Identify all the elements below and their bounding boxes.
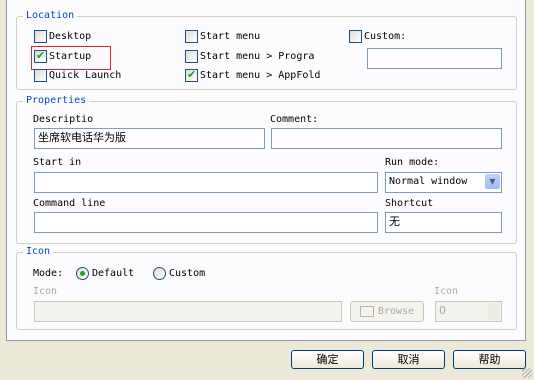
icon-index-label: Icon	[434, 286, 459, 297]
spinner-icon	[488, 303, 500, 320]
custom-mode-label[interactable]: Custom	[169, 268, 205, 279]
custom-location-checkbox[interactable]	[349, 30, 362, 43]
custom-path-field[interactable]	[367, 48, 502, 69]
cancel-button[interactable]: 取消	[372, 350, 445, 369]
start-menu-appfold-checkbox[interactable]	[185, 68, 198, 82]
startup-label[interactable]: Startup	[49, 51, 91, 62]
start-in-label: Start in	[33, 157, 82, 168]
ok-button[interactable]: 确定	[291, 350, 364, 369]
description-field[interactable]: 坐席软电话华为版	[34, 128, 265, 149]
browse-label: Browse	[377, 306, 415, 317]
comment-field[interactable]	[271, 128, 502, 149]
shortcut-field[interactable]: 无	[385, 212, 502, 233]
quick-launch-checkbox[interactable]	[34, 69, 47, 82]
run-mode-value: Normal window	[389, 176, 468, 187]
icon-index-value: 0	[439, 304, 446, 317]
icon-index-field: 0	[435, 301, 502, 322]
comment-label: Comment:	[270, 114, 319, 125]
folder-icon	[359, 305, 374, 317]
run-mode-label: Run mode:	[385, 157, 440, 168]
properties-legend: Properties	[23, 95, 90, 106]
description-label: Descriptio	[33, 114, 94, 125]
custom-location-label[interactable]: Custom:	[364, 31, 406, 42]
location-legend: Location	[23, 10, 78, 21]
default-mode-label[interactable]: Default	[92, 268, 134, 279]
resize-grip-icon[interactable]	[522, 368, 532, 378]
start-menu-programs-label[interactable]: Start menu > Progra	[200, 51, 314, 62]
help-button[interactable]: 帮助	[453, 350, 526, 369]
custom-mode-radio[interactable]	[153, 267, 166, 280]
start-in-field[interactable]	[34, 172, 378, 193]
icon-path-field	[34, 301, 342, 322]
mode-label: Mode:	[33, 268, 64, 279]
start-menu-programs-checkbox[interactable]	[185, 50, 198, 63]
default-mode-radio[interactable]	[76, 267, 89, 280]
browse-button: Browse	[350, 301, 424, 322]
icon-legend: Icon	[23, 246, 54, 257]
command-line-label: Command line	[33, 198, 106, 209]
desktop-label[interactable]: Desktop	[49, 31, 91, 42]
icon-path-label: Icon	[33, 286, 58, 297]
properties-panel: Location Desktop Startup Quick Launch St…	[6, 0, 526, 341]
start-menu-appfold-label[interactable]: Start menu > AppFold	[200, 70, 320, 81]
command-line-field[interactable]	[34, 212, 378, 233]
start-menu-checkbox[interactable]	[185, 30, 198, 43]
shortcut-label: Shortcut	[385, 198, 434, 209]
desktop-checkbox[interactable]	[34, 30, 47, 43]
quick-launch-label[interactable]: Quick Launch	[49, 70, 121, 81]
run-mode-select[interactable]: Normal window ▼	[385, 172, 502, 193]
chevron-down-icon[interactable]: ▼	[485, 174, 500, 189]
start-menu-label[interactable]: Start menu	[200, 31, 260, 42]
startup-checkbox[interactable]	[34, 49, 47, 63]
